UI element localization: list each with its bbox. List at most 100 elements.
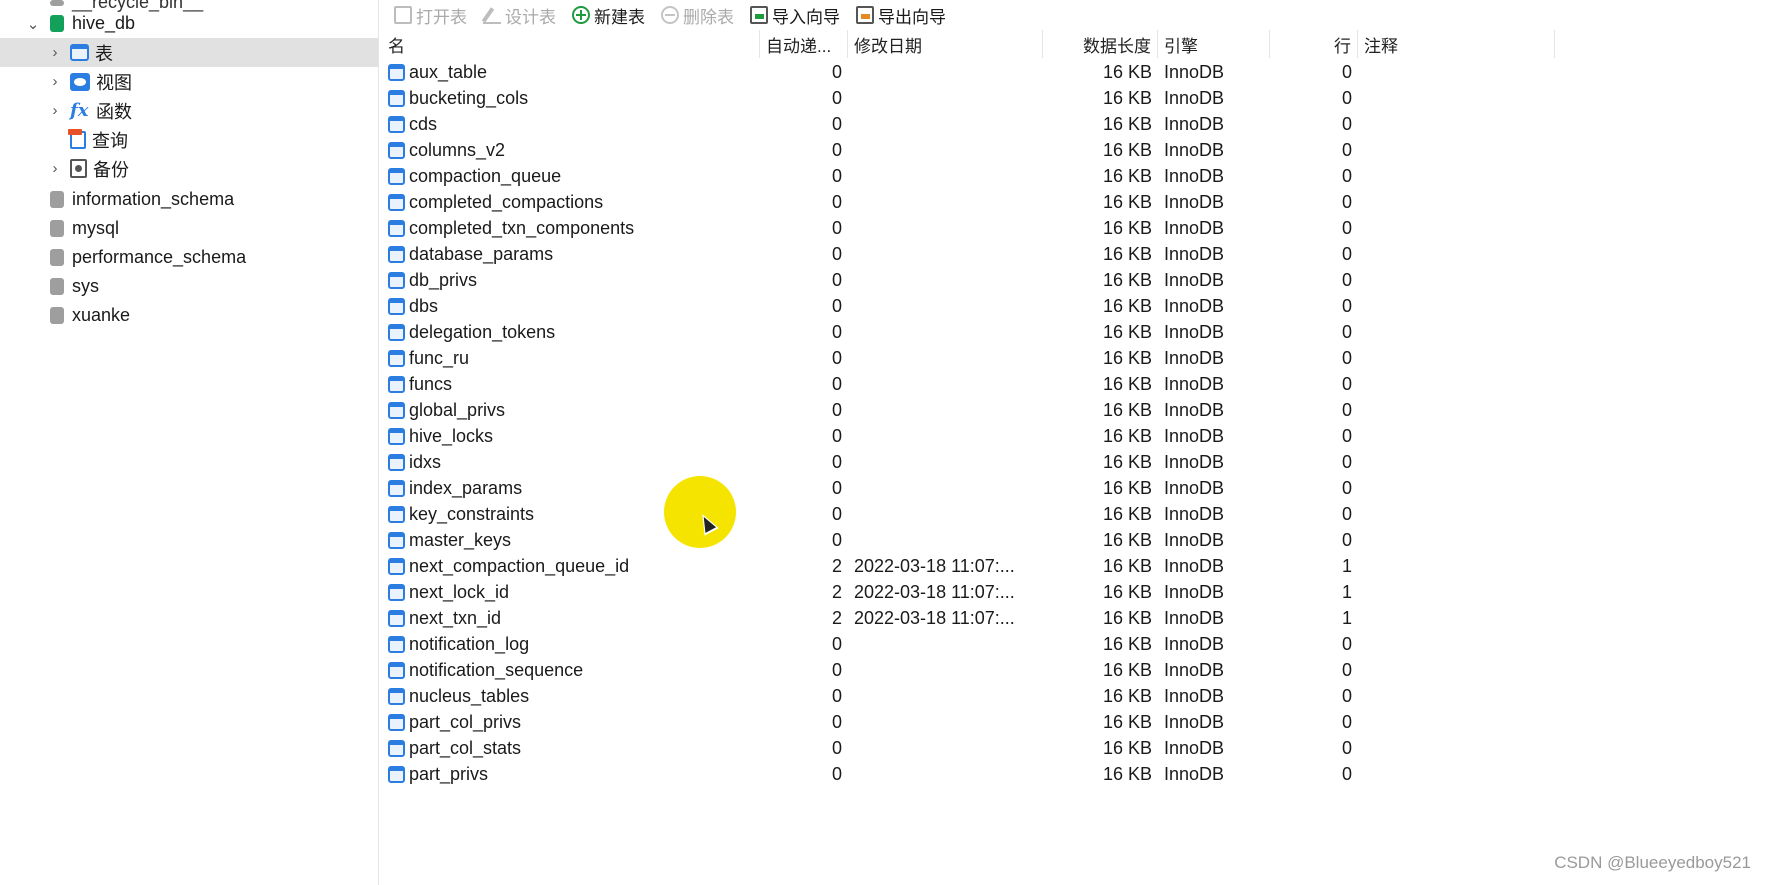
cell-modified-date: [848, 293, 1043, 319]
view-icon: [70, 72, 90, 91]
cell-engine: InnoDB: [1164, 529, 1225, 550]
table-row[interactable]: part_col_stats 0 16 KB InnoDB 0: [380, 735, 1767, 761]
cell-engine: InnoDB: [1164, 347, 1225, 368]
cell-modified-date: [848, 85, 1043, 111]
table-name: global_privs: [409, 399, 506, 420]
table-row[interactable]: master_keys 0 16 KB InnoDB 0: [380, 527, 1767, 553]
column-header-engine[interactable]: 引擎: [1158, 30, 1270, 58]
cell-rows: 0: [1341, 87, 1352, 108]
tree-item-sys[interactable]: sys: [0, 272, 378, 301]
tree-item-tables[interactable]: › 表: [0, 38, 378, 67]
new-table-button[interactable]: 新建表: [566, 1, 651, 29]
cell-comment: [1358, 631, 1538, 657]
table-row[interactable]: next_compaction_queue_id 2 2022-03-18 11:0…: [380, 553, 1767, 579]
table-row[interactable]: next_txn_id 2 2022-03-18 11:07:... 16 KB Inn…: [380, 605, 1767, 631]
chevron-right-icon[interactable]: ›: [48, 72, 62, 92]
cell-data-length: 16 KB: [1102, 737, 1152, 758]
cell-data-length: 16 KB: [1102, 191, 1152, 212]
chevron-right-icon[interactable]: ›: [48, 43, 62, 63]
tree-item-label: 表: [95, 43, 113, 64]
table-row[interactable]: funcs 0 16 KB InnoDB 0: [380, 371, 1767, 397]
tree-item-label: hive_db: [72, 13, 136, 33]
tree-item-queries[interactable]: 查询: [0, 125, 378, 154]
database-icon: [50, 307, 64, 324]
cell-comment: [1358, 527, 1538, 553]
cell-comment: [1358, 605, 1538, 631]
table-row[interactable]: completed_compactions 0 16 KB InnoDB 0: [380, 189, 1767, 215]
column-header-modified-date[interactable]: 修改日期: [848, 30, 1043, 58]
table-row[interactable]: part_col_privs 0 16 KB InnoDB 0: [380, 709, 1767, 735]
chevron-right-icon[interactable]: ›: [48, 159, 62, 179]
table-row[interactable]: cds 0 16 KB InnoDB 0: [380, 111, 1767, 137]
cell-name: part_col_stats: [380, 735, 760, 761]
table-row[interactable]: idxs 0 16 KB InnoDB 0: [380, 449, 1767, 475]
delete-table-button[interactable]: 删除表: [655, 1, 740, 29]
column-header-comment[interactable]: 注释: [1358, 30, 1555, 58]
cell-engine: InnoDB: [1164, 711, 1225, 732]
cell-engine: InnoDB: [1164, 373, 1225, 394]
tree-item-hive-db[interactable]: ⌄ hive_db: [0, 9, 378, 38]
import-wizard-button[interactable]: 导入向导: [744, 1, 846, 29]
tree-item-functions[interactable]: › fx 函数: [0, 96, 378, 125]
column-header-auto-increment[interactable]: 自动递...: [760, 30, 848, 58]
table-name: aux_table: [409, 61, 488, 82]
tree-item-information-schema[interactable]: information_schema: [0, 185, 378, 214]
open-table-button[interactable]: 打开表: [388, 1, 473, 29]
table-row[interactable]: global_privs 0 16 KB InnoDB 0: [380, 397, 1767, 423]
cell-rows: 0: [1341, 165, 1352, 186]
table-row[interactable]: hive_locks 0 16 KB InnoDB 0: [380, 423, 1767, 449]
design-table-button[interactable]: 设计表: [477, 1, 562, 29]
cell-auto-increment: 0: [831, 243, 842, 264]
table-icon: [388, 167, 405, 185]
cell-auto-increment: 2: [831, 607, 842, 628]
chevron-right-icon[interactable]: ›: [48, 101, 62, 121]
table-row[interactable]: aux_table 0 16 KB InnoDB 0: [380, 59, 1767, 85]
cell-modified-date: [848, 371, 1043, 397]
column-header-rows[interactable]: 行: [1270, 30, 1358, 58]
cell-modified-date: [848, 163, 1043, 189]
cell-auto-increment: 0: [831, 61, 842, 82]
cell-engine: InnoDB: [1164, 555, 1225, 576]
tree-item-backups[interactable]: › 备份: [0, 154, 378, 183]
cell-rows: 0: [1341, 61, 1352, 82]
table-row[interactable]: completed_txn_components 0 16 KB InnoDB 0: [380, 215, 1767, 241]
cell-auto-increment: 0: [831, 451, 842, 472]
table-row[interactable]: next_lock_id 2 2022-03-18 11:07:... 16 KB In…: [380, 579, 1767, 605]
table-row[interactable]: compaction_queue 0 16 KB InnoDB 0: [380, 163, 1767, 189]
tree-item-views[interactable]: › 视图: [0, 67, 378, 96]
table-name: next_txn_id: [409, 607, 502, 628]
table-row[interactable]: index_params 0 16 KB InnoDB 0: [380, 475, 1767, 501]
table-name: columns_v2: [409, 139, 506, 160]
tree-item-performance-schema[interactable]: performance_schema: [0, 243, 378, 272]
table-icon: [388, 219, 405, 237]
cell-name: next_compaction_queue_id: [380, 553, 760, 579]
cell-data-length: 16 KB: [1102, 347, 1152, 368]
table-row[interactable]: dbs 0 16 KB InnoDB 0: [380, 293, 1767, 319]
table-row[interactable]: nucleus_tables 0 16 KB InnoDB 0: [380, 683, 1767, 709]
export-wizard-button[interactable]: 导出向导: [850, 1, 952, 29]
cell-rows: 0: [1341, 269, 1352, 290]
cell-comment: [1358, 85, 1538, 111]
table-row[interactable]: func_ru 0 16 KB InnoDB 0: [380, 345, 1767, 371]
cell-auto-increment: 2: [831, 555, 842, 576]
table-row[interactable]: notification_log 0 16 KB InnoDB 0: [380, 631, 1767, 657]
tree-item-mysql[interactable]: mysql: [0, 214, 378, 243]
table-row[interactable]: delegation_tokens 0 16 KB InnoDB 0: [380, 319, 1767, 345]
table-name: key_constraints: [409, 503, 535, 524]
table-row[interactable]: columns_v2 0 16 KB InnoDB 0: [380, 137, 1767, 163]
table-row[interactable]: part_privs 0 16 KB InnoDB 0: [380, 761, 1767, 787]
column-header-name[interactable]: 名: [380, 30, 760, 58]
cell-rows: 0: [1341, 425, 1352, 446]
cell-comment: [1358, 761, 1538, 787]
tree-item-xuanke[interactable]: xuanke: [0, 301, 378, 330]
cell-comment: [1358, 59, 1538, 85]
column-header-data-length[interactable]: 数据长度: [1043, 30, 1158, 58]
table-row[interactable]: bucketing_cols 0 16 KB InnoDB 0: [380, 85, 1767, 111]
table-row[interactable]: notification_sequence 0 16 KB InnoDB 0: [380, 657, 1767, 683]
cell-modified-date: [848, 423, 1043, 449]
database-icon: [50, 220, 64, 237]
table-row[interactable]: db_privs 0 16 KB InnoDB 0: [380, 267, 1767, 293]
table-row[interactable]: key_constraints 0 16 KB InnoDB 0: [380, 501, 1767, 527]
table-row[interactable]: database_params 0 16 KB InnoDB 0: [380, 241, 1767, 267]
chevron-down-icon[interactable]: ⌄: [26, 14, 40, 34]
